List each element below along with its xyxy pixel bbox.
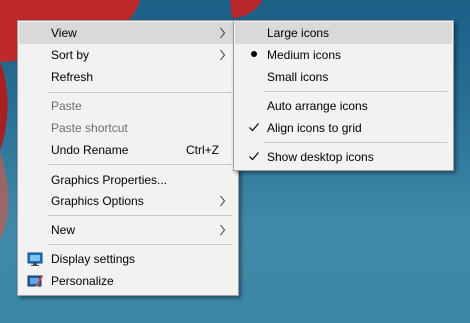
menu-item-view[interactable]: View — [19, 22, 237, 44]
display-icon — [27, 252, 43, 266]
menu-item-label: View — [51, 26, 77, 40]
chevron-right-icon — [220, 224, 225, 236]
shortcut-text: Ctrl+Z — [186, 143, 219, 157]
menu-item-label: New — [51, 223, 76, 237]
menu-item-label: Align icons to grid — [267, 121, 362, 135]
menu-item-paste[interactable]: Paste — [19, 95, 237, 117]
menu-item-graphics-properties[interactable]: Graphics Properties... — [19, 169, 237, 191]
menu-item-label: Undo Rename — [51, 143, 129, 157]
menu-separator — [264, 91, 447, 92]
chevron-right-icon — [220, 49, 225, 61]
menu-item-align-to-grid[interactable]: Align icons to grid — [235, 117, 452, 139]
menu-separator — [48, 92, 232, 93]
menu-item-refresh[interactable]: Refresh — [19, 66, 237, 88]
menu-item-personalize[interactable]: Personalize — [19, 270, 237, 292]
menu-item-label: Paste shortcut — [51, 121, 128, 135]
menu-item-label: Paste — [51, 99, 82, 113]
menu-item-label: Graphics Options — [51, 194, 144, 208]
desktop-context-menu: View Sort by Refresh Paste Paste shortcu… — [17, 20, 239, 296]
menu-item-undo-rename[interactable]: Undo Rename Ctrl+Z — [19, 139, 237, 161]
checkmark-icon — [249, 152, 259, 161]
menu-item-medium-icons[interactable]: Medium icons — [235, 44, 452, 66]
menu-separator — [48, 244, 232, 245]
menu-item-display-settings[interactable]: Display settings — [19, 248, 237, 270]
bullet-icon — [251, 51, 257, 57]
menu-item-label: Sort by — [51, 48, 90, 62]
menu-item-label: Large icons — [267, 26, 330, 40]
chevron-right-icon — [220, 27, 225, 39]
menu-item-label: Show desktop icons — [267, 150, 374, 164]
menu-item-label: Personalize — [51, 274, 114, 288]
menu-item-graphics-options[interactable]: Graphics Options — [19, 190, 237, 212]
menu-item-label: Medium icons — [267, 48, 342, 62]
checkmark-icon — [249, 123, 259, 132]
menu-item-new[interactable]: New — [19, 219, 237, 241]
view-submenu: Large icons Medium icons Small icons Aut… — [233, 20, 454, 171]
menu-item-label: Graphics Properties... — [51, 173, 168, 187]
desktop[interactable]: View Sort by Refresh Paste Paste shortcu… — [0, 0, 470, 323]
personalize-icon — [27, 275, 43, 287]
menu-item-show-desktop-icons[interactable]: Show desktop icons — [235, 146, 452, 168]
menu-item-label: Auto arrange icons — [267, 99, 368, 113]
menu-separator — [264, 142, 447, 143]
menu-separator — [48, 215, 232, 216]
menu-item-sort-by[interactable]: Sort by — [19, 44, 237, 66]
menu-item-small-icons[interactable]: Small icons — [235, 66, 452, 88]
menu-item-label: Small icons — [267, 70, 329, 84]
menu-separator — [48, 164, 232, 165]
menu-item-paste-shortcut[interactable]: Paste shortcut — [19, 117, 237, 139]
chevron-right-icon — [220, 195, 225, 207]
menu-item-large-icons[interactable]: Large icons — [235, 22, 452, 44]
menu-item-auto-arrange[interactable]: Auto arrange icons — [235, 95, 452, 117]
menu-item-label: Display settings — [51, 252, 136, 266]
menu-item-label: Refresh — [51, 70, 94, 84]
